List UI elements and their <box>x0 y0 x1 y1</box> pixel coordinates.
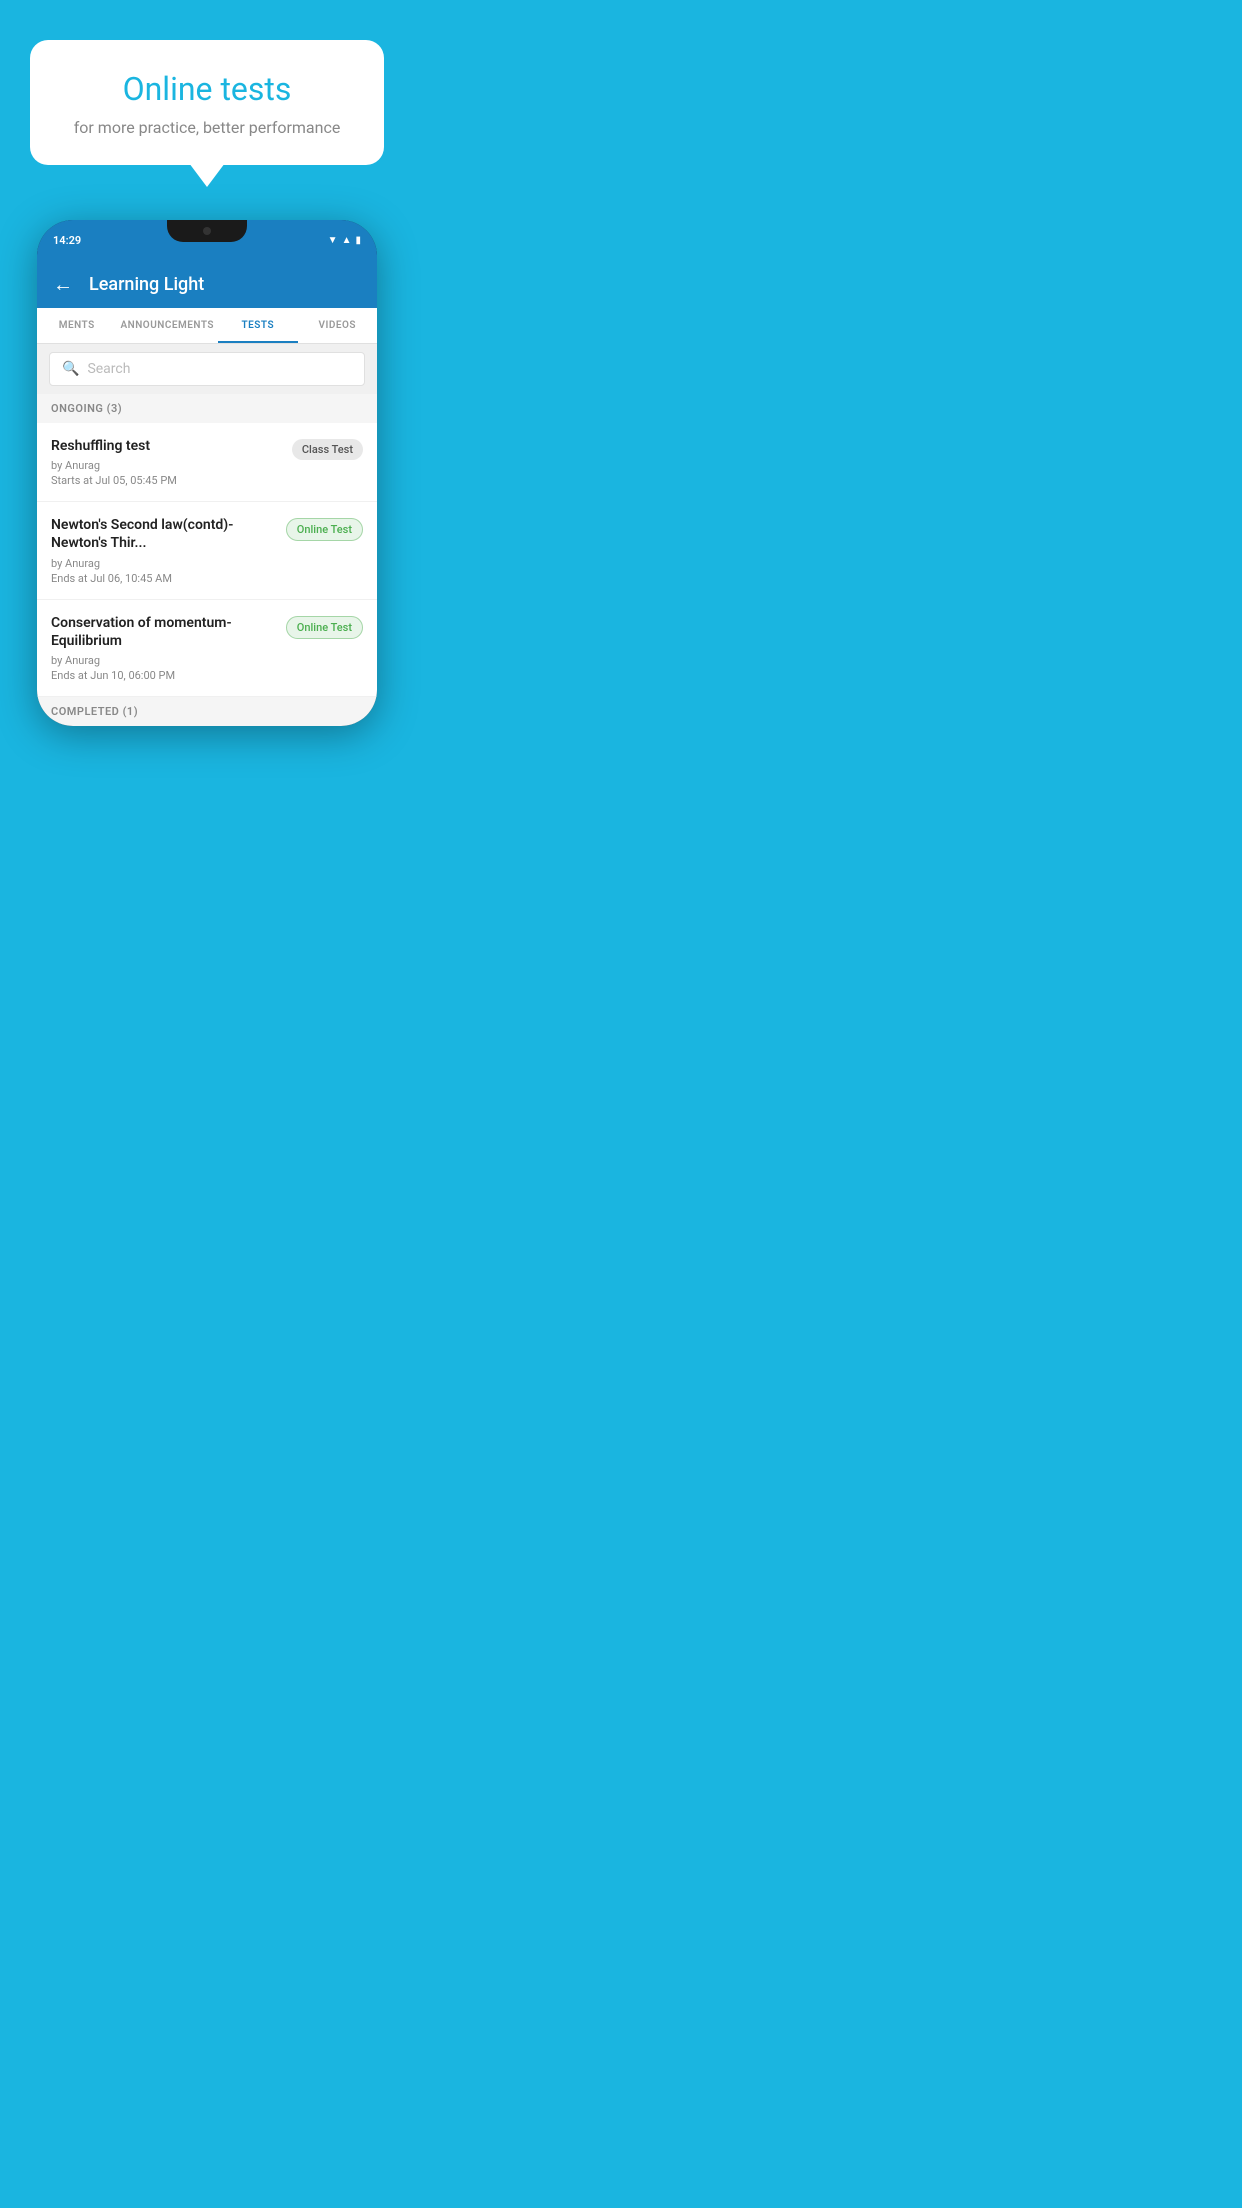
tab-announcements[interactable]: ANNOUNCEMENTS <box>116 308 218 343</box>
camera-dot <box>203 227 211 235</box>
test-name-3: Conservation of momentum-Equilibrium <box>51 614 276 650</box>
tab-tests[interactable]: TESTS <box>218 308 297 343</box>
test-date-2: Ends at Jul 06, 10:45 AM <box>51 572 276 585</box>
test-author-1: by Anurag <box>51 459 282 472</box>
test-item-3[interactable]: Conservation of momentum-Equilibrium by … <box>37 600 377 697</box>
app-header: ← Learning Light <box>37 260 377 308</box>
test-item-2[interactable]: Newton's Second law(contd)-Newton's Thir… <box>37 502 377 599</box>
status-bar: 14:29 ▼ ▲ ▮ <box>37 220 377 260</box>
hero-subtitle: for more practice, better performance <box>60 118 354 137</box>
app-title: Learning Light <box>89 274 204 295</box>
ongoing-section-label: ONGOING (3) <box>37 394 377 423</box>
completed-section-label: COMPLETED (1) <box>37 697 377 726</box>
test-badge-3: Online Test <box>286 616 363 639</box>
test-name-1: Reshuffling test <box>51 437 282 455</box>
speech-bubble: Online tests for more practice, better p… <box>30 40 384 165</box>
phone-frame: 14:29 ▼ ▲ ▮ ← Learning Light MENTS ANNOU… <box>37 220 377 726</box>
search-icon: 🔍 <box>62 361 79 377</box>
test-author-3: by Anurag <box>51 654 276 667</box>
search-placeholder: Search <box>87 361 130 377</box>
tabs-bar: MENTS ANNOUNCEMENTS TESTS VIDEOS <box>37 308 377 344</box>
test-info-3: Conservation of momentum-Equilibrium by … <box>51 614 286 682</box>
search-container: 🔍 Search <box>37 344 377 394</box>
phone-mockup: 14:29 ▼ ▲ ▮ ← Learning Light MENTS ANNOU… <box>37 220 377 726</box>
test-info-1: Reshuffling test by Anurag Starts at Jul… <box>51 437 292 487</box>
test-author-2: by Anurag <box>51 557 276 570</box>
test-info-2: Newton's Second law(contd)-Newton's Thir… <box>51 516 286 584</box>
test-name-2: Newton's Second law(contd)-Newton's Thir… <box>51 516 276 552</box>
phone-notch <box>167 220 247 242</box>
back-button[interactable]: ← <box>53 272 73 297</box>
test-badge-2: Online Test <box>286 518 363 541</box>
hero-title: Online tests <box>60 70 354 108</box>
battery-icon: ▮ <box>355 235 361 246</box>
tab-videos[interactable]: VIDEOS <box>298 308 377 343</box>
hero-section: Online tests for more practice, better p… <box>0 0 414 165</box>
test-date-1: Starts at Jul 05, 05:45 PM <box>51 474 282 487</box>
test-item-1[interactable]: Reshuffling test by Anurag Starts at Jul… <box>37 423 377 502</box>
test-list: Reshuffling test by Anurag Starts at Jul… <box>37 423 377 697</box>
search-bar[interactable]: 🔍 Search <box>49 352 365 386</box>
status-time: 14:29 <box>53 234 81 247</box>
tab-ments[interactable]: MENTS <box>37 308 116 343</box>
test-date-3: Ends at Jun 10, 06:00 PM <box>51 669 276 682</box>
test-badge-1: Class Test <box>292 439 363 460</box>
status-icons: ▼ ▲ ▮ <box>328 235 361 246</box>
signal-icon: ▲ <box>342 235 352 246</box>
wifi-icon: ▼ <box>328 235 338 246</box>
